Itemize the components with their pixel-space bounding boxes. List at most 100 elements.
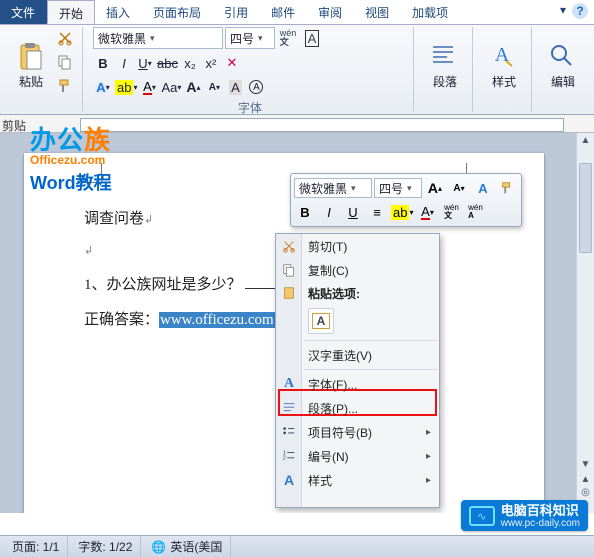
mini-align-center-icon[interactable]: ≡: [366, 201, 388, 223]
font-color-icon[interactable]: A▾: [139, 77, 159, 97]
help-icon[interactable]: ?: [572, 3, 588, 19]
paragraph-button[interactable]: 段落: [424, 27, 466, 93]
find-icon: [547, 41, 579, 73]
paste-button[interactable]: 粘贴: [10, 27, 52, 93]
clipboard-label-fragment: 剪贴: [0, 115, 28, 136]
scroll-thumb[interactable]: [579, 163, 592, 253]
clear-formatting-icon[interactable]: ✕: [222, 53, 242, 73]
subscript-button[interactable]: x₂: [180, 53, 200, 73]
font-size-combo[interactable]: 四号▾: [225, 27, 275, 49]
mini-pinyin-guide-icon[interactable]: wén文: [440, 201, 462, 223]
status-language[interactable]: 🌐英语(美国: [143, 536, 231, 557]
paragraph-dialog-icon: [280, 399, 298, 417]
q1-text: 办公族网址是多少？: [107, 277, 242, 293]
ctx-copy[interactable]: 复制(C): [276, 258, 439, 282]
copy-icon[interactable]: [54, 51, 76, 73]
tab-view[interactable]: 视图: [354, 0, 401, 24]
svg-text:2: 2: [283, 456, 286, 462]
mini-font-name[interactable]: 微软雅黑▾: [294, 178, 372, 198]
cut-icon[interactable]: [54, 27, 76, 49]
status-word-count[interactable]: 字数: 1/22: [70, 536, 141, 557]
underline-button[interactable]: U▾: [135, 53, 155, 73]
margin-mark-icon: [82, 163, 102, 183]
char-border-icon[interactable]: A: [301, 27, 323, 49]
char-shading-icon[interactable]: A: [225, 77, 245, 97]
group-paragraph: 段落: [418, 27, 473, 112]
mini-change-styles[interactable]: A: [472, 177, 494, 199]
tab-file[interactable]: 文件: [0, 0, 47, 24]
group-clipboard: 粘贴: [4, 27, 83, 112]
paste-icon: [15, 41, 47, 73]
group-styles: A 样式: [477, 27, 532, 112]
horizontal-ruler[interactable]: [0, 115, 594, 133]
status-bar: 页面: 1/1 字数: 1/22 🌐英语(美国: [0, 535, 594, 557]
pinyin-guide-icon[interactable]: wén文: [277, 27, 299, 49]
cut-icon: [280, 237, 298, 255]
italic-button[interactable]: I: [114, 53, 134, 73]
answer-label: 正确答案：: [84, 312, 159, 328]
ctx-paragraph[interactable]: 段落(P)...: [276, 396, 439, 420]
strikethrough-button[interactable]: abc: [156, 53, 179, 73]
paste-label: 粘贴: [19, 73, 43, 90]
ctx-numbering[interactable]: 12 编号(N)▸: [276, 444, 439, 468]
editing-button[interactable]: 编辑: [542, 27, 584, 93]
site-watermark-badge: ∿ 电脑百科知识 www.pc-daily.com: [461, 500, 588, 531]
styles-button[interactable]: A 样式: [483, 27, 525, 93]
ctx-paste-options-header: 粘贴选项:: [276, 282, 439, 304]
mini-toolbar: 微软雅黑▾ 四号▾ A▴ A▾ A B I U ≡ ab▾ A▾ wén文 wé…: [290, 173, 522, 227]
styles-icon: A: [488, 41, 520, 73]
tab-mailings[interactable]: 邮件: [260, 0, 307, 24]
status-page[interactable]: 页面: 1/1: [4, 536, 68, 557]
mini-font-size[interactable]: 四号▾: [374, 178, 422, 198]
tab-home[interactable]: 开始: [47, 0, 95, 24]
q1-number: 1、: [84, 277, 107, 293]
mini-shrink-font[interactable]: A▾: [448, 177, 470, 199]
mini-bold[interactable]: B: [294, 201, 316, 223]
ribbon-minimize-icon[interactable]: ▾: [560, 3, 566, 21]
format-painter-icon[interactable]: [54, 75, 76, 97]
context-menu: 剪切(T) 复制(C) 粘贴选项: A 汉字重选(V) A 字体(F)... 段…: [275, 233, 440, 508]
group-font-label: 字体: [93, 97, 407, 116]
site-name: 电脑百科知识: [501, 504, 580, 518]
mini-highlight[interactable]: ab▾: [390, 201, 414, 223]
scroll-up-icon[interactable]: ▲: [577, 133, 594, 149]
ctx-bullets[interactable]: 项目符号(B)▸: [276, 420, 439, 444]
prev-page-icon[interactable]: ▲: [577, 473, 594, 486]
ctx-hanzi-reselect[interactable]: 汉字重选(V): [276, 343, 439, 367]
browse-object-icon[interactable]: ◎: [577, 486, 594, 499]
change-case-icon[interactable]: Aa▾: [160, 77, 182, 97]
ctx-styles[interactable]: A 样式▸: [276, 468, 439, 492]
doc-title: 调查问卷: [84, 211, 144, 227]
ctx-font[interactable]: A 字体(F)...: [276, 372, 439, 396]
mini-format-painter-icon[interactable]: [496, 177, 518, 199]
ribbon-tabbar: 文件 开始 插入 页面布局 引用 邮件 审阅 视图 加载项 ▾ ?: [0, 0, 594, 25]
ribbon: 粘贴 微软雅黑▾ 四号▾ wén文 A B I U▾ abc x₂: [0, 25, 594, 115]
vertical-scrollbar[interactable]: ▲ ▼ ▲ ◎ ▼: [576, 133, 594, 513]
bold-button[interactable]: B: [93, 53, 113, 73]
font-name-combo[interactable]: 微软雅黑▾: [93, 27, 223, 49]
numbering-icon: 12: [280, 447, 298, 465]
document-viewport: 调查问卷↲ ↲ 1、办公族网址是多少？ 正确答案：www.officezu.co…: [0, 133, 594, 513]
scroll-down-icon[interactable]: ▼: [577, 457, 594, 473]
site-url: www.pc-daily.com: [501, 518, 580, 529]
tab-page-layout[interactable]: 页面布局: [142, 0, 213, 24]
shrink-font-icon[interactable]: A▾: [204, 77, 224, 97]
tab-addins[interactable]: 加载项: [401, 0, 460, 24]
enclose-char-icon[interactable]: A: [246, 77, 266, 97]
grow-font-icon[interactable]: A▴: [183, 77, 203, 97]
selected-text[interactable]: www.officezu.com: [159, 312, 275, 328]
superscript-button[interactable]: x²: [201, 53, 221, 73]
mini-underline[interactable]: U: [342, 201, 364, 223]
mini-pinyin-a-icon[interactable]: wénA: [464, 201, 486, 223]
mini-grow-font[interactable]: A▴: [424, 177, 446, 199]
ctx-cut[interactable]: 剪切(T): [276, 234, 439, 258]
paste-keep-formatting[interactable]: A: [308, 308, 334, 334]
mini-font-color[interactable]: A▾: [416, 201, 438, 223]
tab-review[interactable]: 审阅: [307, 0, 354, 24]
text-effects-icon[interactable]: A▾: [93, 77, 113, 97]
paste-icon: [280, 284, 298, 302]
tab-insert[interactable]: 插入: [95, 0, 142, 24]
mini-italic[interactable]: I: [318, 201, 340, 223]
tab-references[interactable]: 引用: [213, 0, 260, 24]
highlight-color-icon[interactable]: ab▾: [114, 77, 138, 97]
